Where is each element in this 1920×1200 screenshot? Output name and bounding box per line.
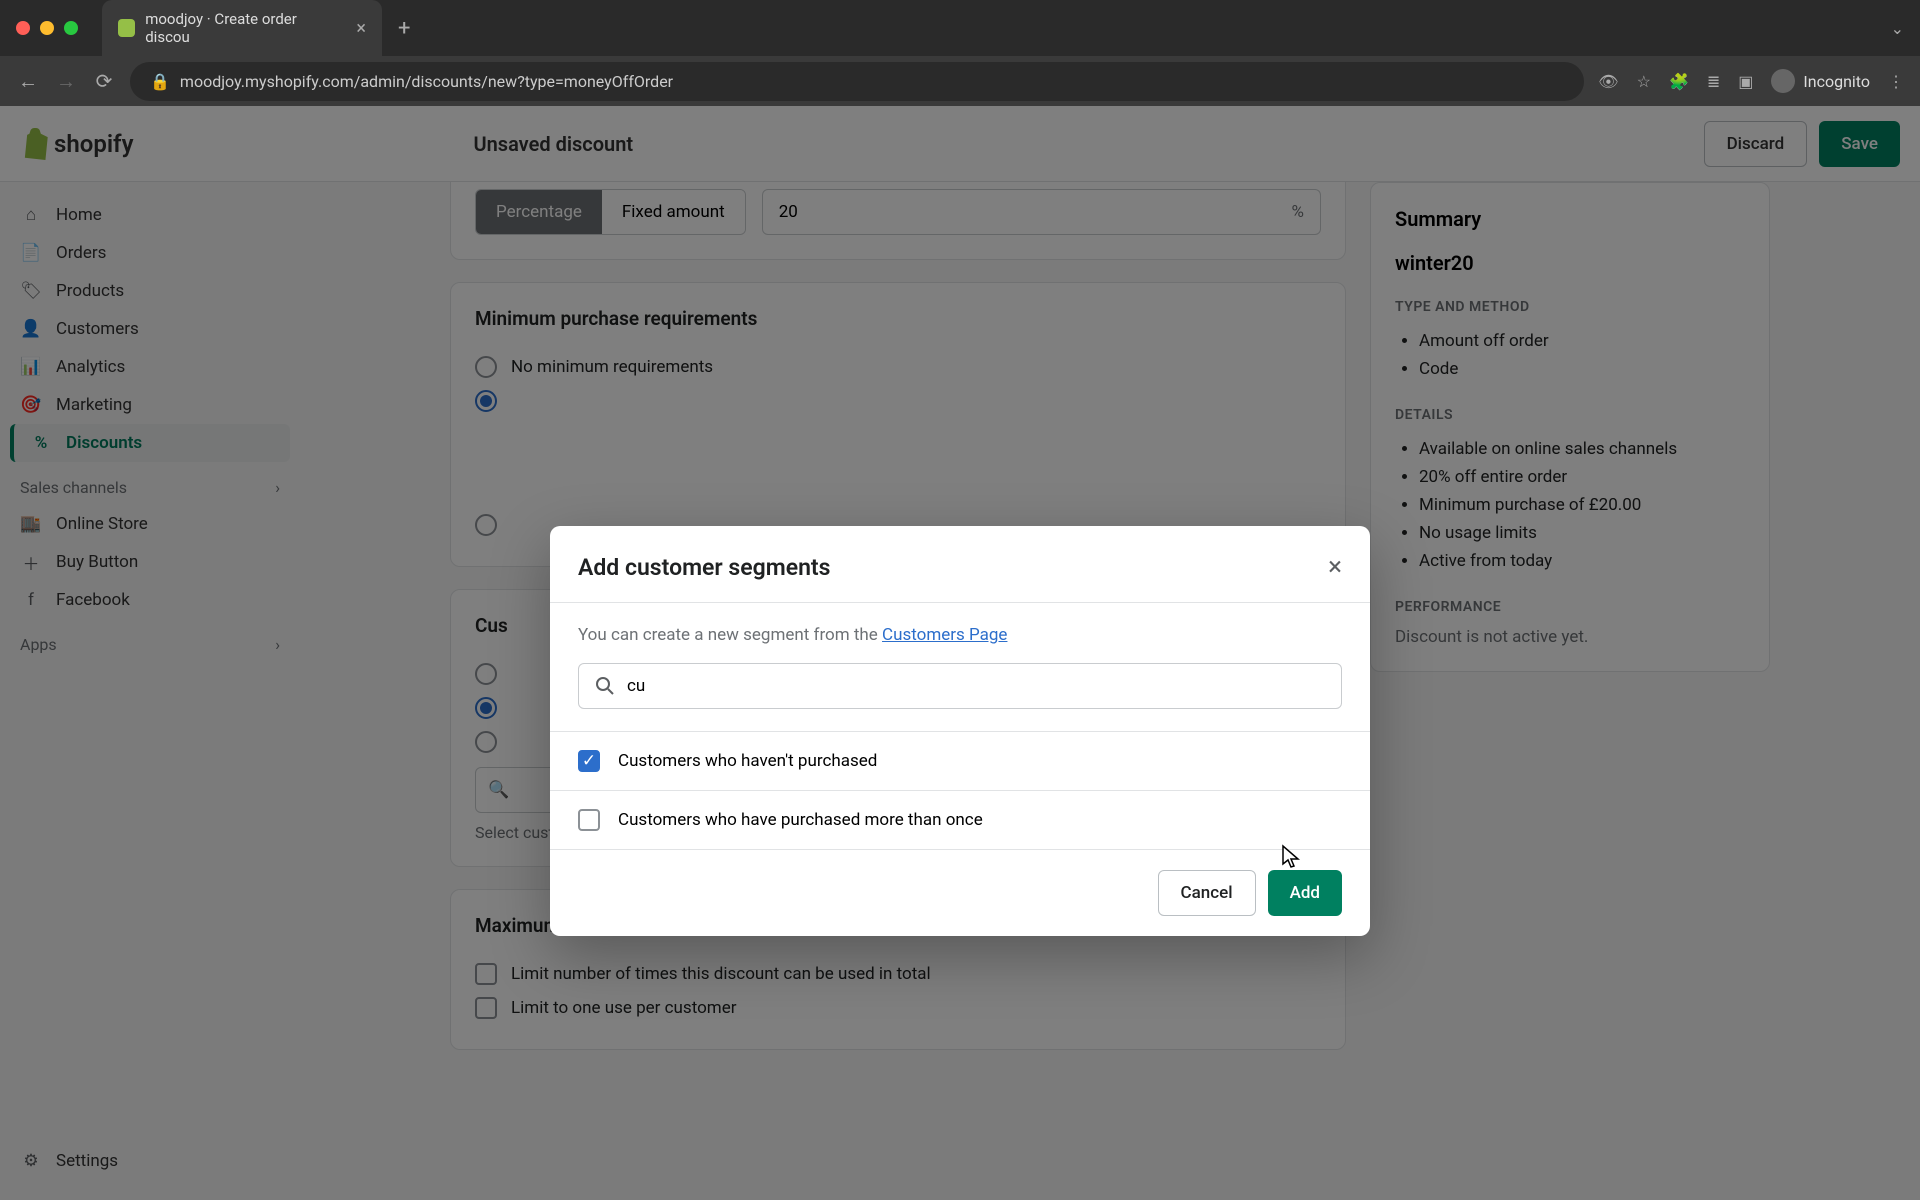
- tab-close-icon[interactable]: ×: [356, 18, 366, 39]
- search-icon: [595, 676, 615, 696]
- browser-tab[interactable]: moodjoy · Create order discou ×: [102, 0, 382, 56]
- close-icon: ×: [1328, 552, 1342, 582]
- segment-result-item[interactable]: ✓ Customers who haven't purchased: [550, 732, 1370, 791]
- reload-button[interactable]: ⟳: [92, 69, 116, 93]
- modal-hint: You can create a new segment from the Cu…: [578, 625, 1342, 645]
- bookmark-icon[interactable]: ☆: [1637, 72, 1651, 91]
- extensions-icon[interactable]: 🧩: [1669, 72, 1689, 91]
- segment-results-list: ✓ Customers who haven't purchased Custom…: [550, 731, 1370, 850]
- incognito-badge[interactable]: Incognito: [1771, 69, 1870, 93]
- checkbox-unchecked-icon[interactable]: [578, 809, 600, 831]
- eye-off-icon[interactable]: 👁: [1598, 72, 1618, 91]
- add-button[interactable]: Add: [1268, 870, 1342, 916]
- lock-icon: 🔒: [150, 72, 170, 91]
- tab-list-dropdown-icon[interactable]: ⌄: [1891, 19, 1904, 38]
- forward-button[interactable]: →: [54, 69, 78, 94]
- browser-tab-strip: moodjoy · Create order discou × + ⌄: [0, 0, 1920, 56]
- add-customer-segments-modal: Add customer segments × You can create a…: [550, 526, 1370, 936]
- incognito-icon: [1771, 69, 1795, 93]
- back-button[interactable]: ←: [16, 69, 40, 94]
- customers-page-link[interactable]: Customers Page: [882, 625, 1007, 645]
- window-minimize-button[interactable]: [40, 21, 54, 35]
- cancel-button[interactable]: Cancel: [1158, 870, 1256, 916]
- segment-result-item[interactable]: Customers who have purchased more than o…: [550, 791, 1370, 850]
- browser-menu-icon[interactable]: ⋮: [1888, 72, 1904, 91]
- new-tab-button[interactable]: +: [398, 16, 410, 41]
- url-text: moodjoy.myshopify.com/admin/discounts/ne…: [180, 72, 673, 91]
- tab-title: moodjoy · Create order discou: [145, 10, 336, 46]
- checkbox-checked-icon[interactable]: ✓: [578, 750, 600, 772]
- window-close-button[interactable]: [16, 21, 30, 35]
- window-controls: [16, 21, 78, 35]
- side-panel-icon[interactable]: ▣: [1738, 72, 1753, 91]
- close-button[interactable]: ×: [1328, 552, 1342, 582]
- address-bar[interactable]: 🔒 moodjoy.myshopify.com/admin/discounts/…: [130, 62, 1584, 101]
- window-maximize-button[interactable]: [64, 21, 78, 35]
- tab-favicon: [118, 19, 135, 37]
- segment-search-input[interactable]: [627, 676, 1325, 696]
- segment-search-field[interactable]: [578, 663, 1342, 709]
- modal-title: Add customer segments: [578, 554, 830, 581]
- browser-toolbar: ← → ⟳ 🔒 moodjoy.myshopify.com/admin/disc…: [0, 56, 1920, 106]
- reading-list-icon[interactable]: ≣: [1707, 72, 1720, 91]
